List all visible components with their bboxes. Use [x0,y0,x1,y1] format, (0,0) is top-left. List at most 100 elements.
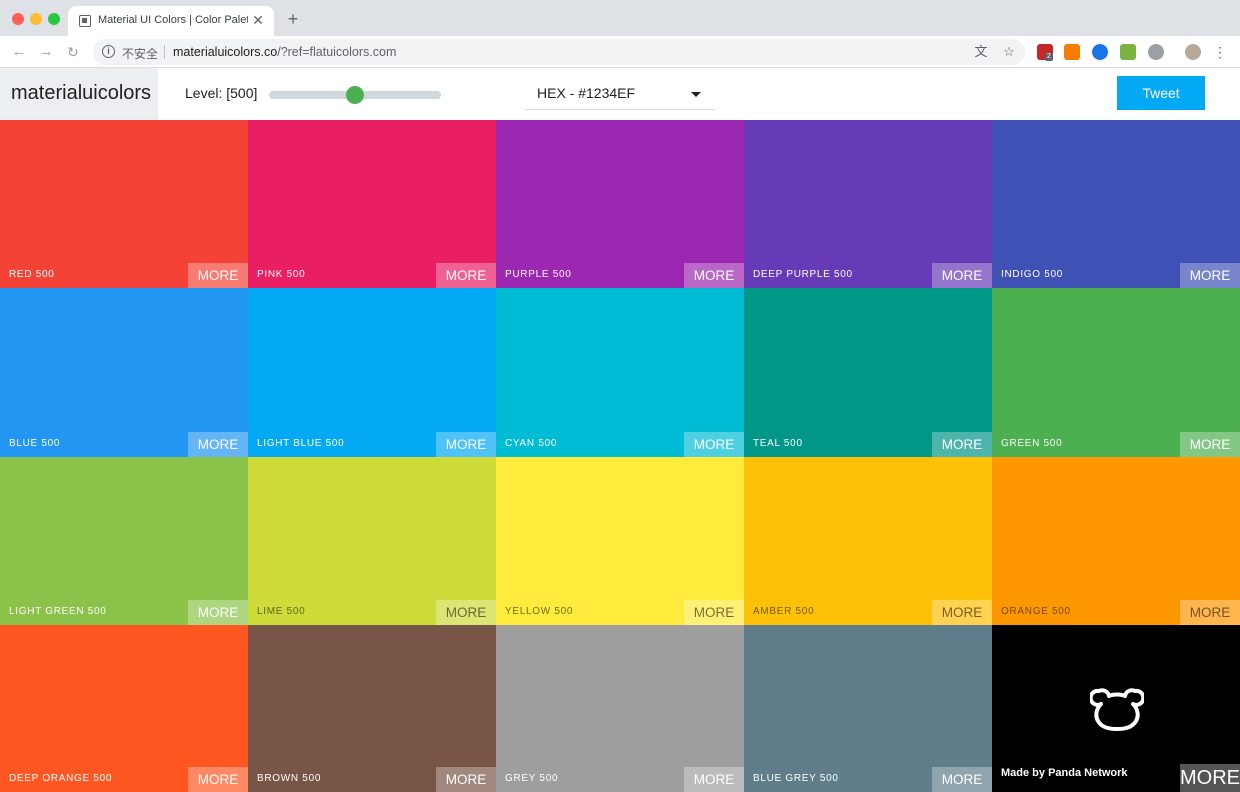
more-button[interactable]: MORE [1180,764,1240,792]
color-name: LIGHT BLUE 500 [257,438,345,449]
color-tile[interactable]: PINK 500 MORE [248,120,496,288]
profile-avatar[interactable] [1185,44,1201,60]
extension-circle-icon[interactable] [1148,44,1164,60]
color-tile[interactable]: LIME 500 MORE [248,457,496,625]
level-slider-thumb[interactable] [346,86,364,104]
format-select-value: HEX - #1234EF [537,85,636,101]
color-tile[interactable]: LIGHT BLUE 500 MORE [248,288,496,457]
color-tile[interactable]: DEEP ORANGE 500 MORE [0,625,248,792]
more-button[interactable]: MORE [932,600,992,625]
extension-refresh-icon[interactable] [1092,44,1108,60]
color-tile[interactable]: BLUE GREY 500 MORE [744,625,992,792]
browser-tab[interactable]: Material UI Colors | Color Palet ✕ [68,6,274,36]
tweet-button[interactable]: Tweet [1117,76,1205,110]
tab-title: Material UI Colors | Color Palet [98,14,248,26]
extension-shield-icon[interactable]: 2 [1037,44,1053,61]
more-button[interactable]: MORE [684,432,744,457]
color-tile[interactable]: RED 500 MORE [0,120,248,288]
browser-tab-bar: Material UI Colors | Color Palet ✕ + [0,0,1240,36]
url-host: materialuicolors.co [173,45,278,59]
color-tile[interactable]: DEEP PURPLE 500 MORE [744,120,992,288]
more-button[interactable]: MORE [436,767,496,792]
more-button[interactable]: MORE [684,600,744,625]
more-button[interactable]: MORE [932,263,992,288]
browser-toolbar: ← → ↻ i 不安全 materialuicolors.co/?ref=fla… [0,36,1240,68]
site-logo[interactable]: materialuicolors [11,82,151,105]
more-button[interactable]: MORE [436,263,496,288]
color-name: RED 500 [9,269,55,280]
color-name: LIME 500 [257,606,306,617]
color-tile[interactable]: AMBER 500 MORE [744,457,992,625]
url-text[interactable]: materialuicolors.co/?ref=flatuicolors.co… [173,45,396,59]
color-name: DEEP ORANGE 500 [9,773,113,784]
color-tile[interactable]: BROWN 500 MORE [248,625,496,792]
address-bar[interactable]: i 不安全 materialuicolors.co/?ref=flatuicol… [93,39,1025,65]
extension-chart-icon[interactable] [1064,44,1080,60]
more-button[interactable]: MORE [188,432,248,457]
color-tile[interactable]: LIGHT GREEN 500 MORE [0,457,248,625]
url-path: /?ref=flatuicolors.com [277,45,397,59]
browser-menu-icon[interactable]: ⋮ [1213,43,1227,61]
minimize-window-button[interactable] [30,13,42,25]
color-name: YELLOW 500 [505,606,574,617]
forward-arrow-icon[interactable]: → [36,42,56,62]
dropdown-arrow-icon [691,92,701,97]
color-tile[interactable]: BLUE 500 MORE [0,288,248,457]
tab-close-icon[interactable]: ✕ [250,12,266,28]
color-name: ORANGE 500 [1001,606,1071,617]
color-tile[interactable]: CYAN 500 MORE [496,288,744,457]
panda-network-tile[interactable]: Made by Panda Network MORE [992,625,1240,792]
color-tile[interactable]: TEAL 500 MORE [744,288,992,457]
more-button[interactable]: MORE [188,263,248,288]
insecure-label[interactable]: 不安全 [122,45,158,62]
more-button[interactable]: MORE [1180,432,1240,457]
color-name: BLUE 500 [9,438,61,449]
color-tile[interactable]: YELLOW 500 MORE [496,457,744,625]
more-button[interactable]: MORE [684,263,744,288]
color-tile[interactable]: GREEN 500 MORE [992,288,1240,457]
color-name: AMBER 500 [753,606,815,617]
level-label: Level: [500] [185,85,258,101]
extension-download-icon[interactable] [1120,44,1136,60]
more-button[interactable]: MORE [188,600,248,625]
color-name: PURPLE 500 [505,269,572,280]
format-select[interactable]: HEX - #1234EF [525,80,715,110]
color-tile[interactable]: GREY 500 MORE [496,625,744,792]
more-button[interactable]: MORE [1180,600,1240,625]
color-tile[interactable]: INDIGO 500 MORE [992,120,1240,288]
more-button[interactable]: MORE [932,767,992,792]
color-tile[interactable]: ORANGE 500 MORE [992,457,1240,625]
site-header: materialuicolors Level: [500] HEX - #123… [0,68,1240,120]
address-divider [164,45,165,59]
color-name: DEEP PURPLE 500 [753,269,853,280]
maximize-window-button[interactable] [48,13,60,25]
color-tile[interactable]: PURPLE 500 MORE [496,120,744,288]
color-grid: RED 500 MORE PINK 500 MORE PURPLE 500 MORE DEE… [0,120,1240,792]
color-name: BROWN 500 [257,773,322,784]
more-button[interactable]: MORE [932,432,992,457]
color-name: TEAL 500 [753,438,803,449]
color-name: CYAN 500 [505,438,558,449]
color-name: LIGHT GREEN 500 [9,606,107,617]
color-name: GREY 500 [505,773,559,784]
translate-icon[interactable]: 文 [973,44,989,60]
back-arrow-icon[interactable]: ← [9,42,29,62]
panda-network-credit[interactable]: Made by Panda Network [1001,767,1128,779]
color-name: BLUE GREY 500 [753,773,839,784]
close-window-button[interactable] [12,13,24,25]
more-button[interactable]: MORE [436,432,496,457]
extension-badge: 2 [1045,53,1053,61]
more-button[interactable]: MORE [1180,263,1240,288]
new-tab-button[interactable]: + [284,10,302,28]
bookmark-star-icon[interactable]: ☆ [1001,44,1017,60]
logo-box: materialuicolors [0,68,158,120]
more-button[interactable]: MORE [436,600,496,625]
info-icon[interactable]: i [102,45,115,58]
more-button[interactable]: MORE [188,767,248,792]
color-name: INDIGO 500 [1001,269,1064,280]
reload-icon[interactable]: ↻ [63,42,83,62]
more-button[interactable]: MORE [684,767,744,792]
panda-bear-icon [1090,688,1144,731]
color-name: PINK 500 [257,269,306,280]
color-name: GREEN 500 [1001,438,1063,449]
